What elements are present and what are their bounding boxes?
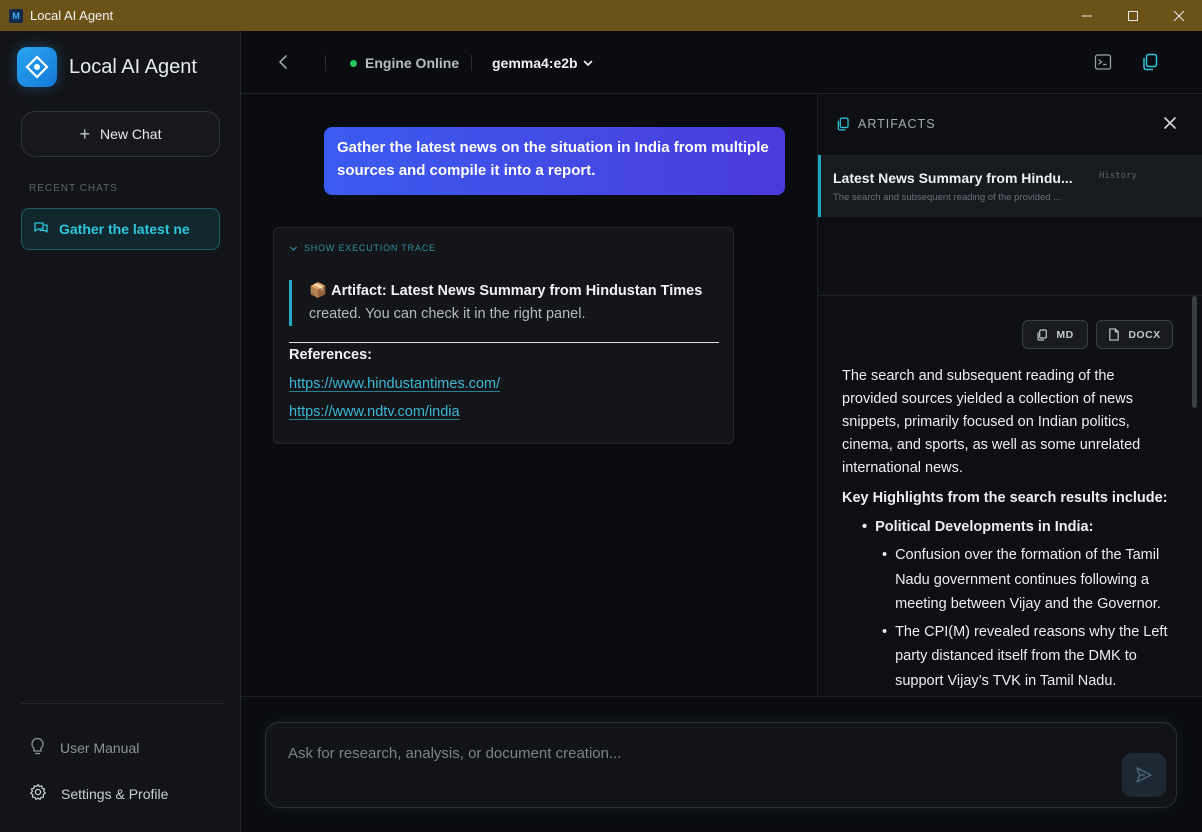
prompt-box <box>265 722 1177 808</box>
chat-area: Gather the latest news on the situation … <box>241 95 817 696</box>
show-execution-trace-toggle[interactable]: SHOW EXECUTION TRACE <box>289 243 436 253</box>
sidebar-divider <box>21 703 224 704</box>
terminal-icon <box>1094 54 1112 70</box>
artifact-content: The search and subsequent reading of the… <box>842 365 1172 693</box>
artifact-notice: 📦 Artifact: Latest News Summary from Hin… <box>289 280 719 326</box>
send-button[interactable] <box>1122 753 1166 797</box>
copy-icon <box>837 117 849 131</box>
window-title: Local AI Agent <box>30 8 114 23</box>
back-button[interactable] <box>275 53 293 76</box>
copy-icon <box>1143 53 1158 71</box>
chevron-down-icon <box>290 246 297 251</box>
close-artifacts-button[interactable] <box>1163 116 1177 135</box>
artifacts-header: ARTIFACTS <box>836 117 936 131</box>
recent-chats-heading: RECENT CHATS <box>29 183 118 194</box>
artifacts-title: ARTIFACTS <box>858 117 936 131</box>
artifact-intro: The search and subsequent reading of the… <box>842 368 1141 476</box>
copy-icon <box>1037 328 1048 341</box>
brand-logo-icon <box>17 47 57 87</box>
download-md-label: MD <box>1056 328 1074 341</box>
bullet-icon: • <box>882 623 888 640</box>
user-message: Gather the latest news on the situation … <box>324 127 785 195</box>
maximize-button[interactable] <box>1110 0 1156 31</box>
new-chat-label: New Chat <box>100 126 162 142</box>
artifacts-panel: ARTIFACTS Latest News Summary from Hindu… <box>817 95 1202 696</box>
package-icon: 📦 <box>309 283 328 299</box>
chevron-left-icon <box>279 55 287 69</box>
assistant-response-card: SHOW EXECUTION TRACE 📦 Artifact: Latest … <box>273 227 734 444</box>
bullet-icon: • <box>862 519 868 535</box>
sub-bullet: • The CPI(M) revealed reasons why the Le… <box>882 620 1172 694</box>
sub-bullet-text: Confusion over the formation of the Tami… <box>895 547 1161 612</box>
section-bullet: • Political Developments in India: <box>862 519 1172 535</box>
recent-chat-item[interactable]: Gather the latest ne <box>21 208 220 250</box>
window-titlebar: M Local AI Agent <box>0 0 1202 31</box>
section-title: Political Developments in India: <box>875 519 1094 535</box>
reference-link[interactable]: https://www.hindustantimes.com/ <box>289 376 500 392</box>
artifact-item-subtitle: The search and subsequent reading of the… <box>833 192 1062 203</box>
chat-bubble-icon <box>33 220 49 239</box>
gear-icon <box>29 783 47 804</box>
minimize-button[interactable] <box>1064 0 1110 31</box>
highlights-heading: Key Highlights from the search results i… <box>842 490 1168 506</box>
artifact-item-tag: History <box>1099 171 1137 181</box>
close-icon <box>1164 117 1176 129</box>
brand: Local AI Agent <box>17 47 197 87</box>
references-heading: References: <box>289 347 373 363</box>
artifact-note: created. You can check it in the right p… <box>309 306 586 322</box>
settings-profile-label: Settings & Profile <box>61 785 169 802</box>
toolbar-separator <box>325 55 326 71</box>
sidebar: Local AI Agent + New Chat RECENT CHATS G… <box>0 31 241 832</box>
terminal-button[interactable] <box>1094 53 1112 76</box>
sub-bullet: • Confusion over the formation of the Ta… <box>882 543 1172 617</box>
reference-link[interactable]: https://www.ndtv.com/india <box>289 404 460 420</box>
download-md-button[interactable]: MD <box>1022 320 1088 349</box>
artifacts-toggle-button[interactable] <box>1141 53 1159 76</box>
artifact-list-item[interactable]: Latest News Summary from Hindu... Histor… <box>818 155 1202 217</box>
download-docx-label: DOCX <box>1128 328 1161 341</box>
download-docx-button[interactable]: DOCX <box>1096 320 1173 349</box>
settings-profile-link[interactable]: Settings & Profile <box>29 783 168 804</box>
horizontal-rule <box>289 342 719 343</box>
maximize-icon <box>1128 10 1138 21</box>
artifact-title: Artifact: Latest News Summary from Hindu… <box>331 283 703 299</box>
engine-status-label: Engine Online <box>365 55 460 71</box>
model-selector[interactable]: gemma4:e2b <box>492 55 594 71</box>
app-icon: M <box>9 8 23 23</box>
recent-chat-label: Gather the latest ne <box>59 221 190 237</box>
composer <box>241 696 1202 832</box>
close-window-button[interactable] <box>1156 0 1202 31</box>
new-chat-button[interactable]: + New Chat <box>21 111 220 157</box>
sub-bullet-text: The CPI(M) revealed reasons why the Left… <box>895 623 1168 689</box>
status-dot-icon <box>350 59 357 67</box>
brand-name: Local AI Agent <box>69 55 197 78</box>
user-manual-link[interactable]: User Manual <box>29 737 139 759</box>
trace-toggle-label: SHOW EXECUTION TRACE <box>304 243 436 253</box>
chevron-down-icon <box>583 60 592 66</box>
close-icon <box>1174 10 1184 21</box>
top-bar: Engine Online gemma4:e2b <box>241 31 1202 94</box>
send-icon <box>1136 767 1152 783</box>
toolbar-separator <box>471 55 472 71</box>
prompt-input[interactable] <box>288 741 1088 765</box>
artifacts-scrollbar[interactable] <box>1192 296 1197 408</box>
bullet-icon: • <box>882 547 888 563</box>
lightbulb-icon <box>29 737 46 759</box>
user-manual-label: User Manual <box>60 740 140 756</box>
artifacts-divider <box>818 295 1202 296</box>
plus-icon: + <box>79 123 91 144</box>
artifact-item-title: Latest News Summary from Hindu... <box>833 170 1073 186</box>
engine-status: Engine Online <box>350 55 459 71</box>
file-icon <box>1109 328 1120 341</box>
model-name: gemma4:e2b <box>492 55 578 71</box>
minimize-icon <box>1082 15 1092 16</box>
